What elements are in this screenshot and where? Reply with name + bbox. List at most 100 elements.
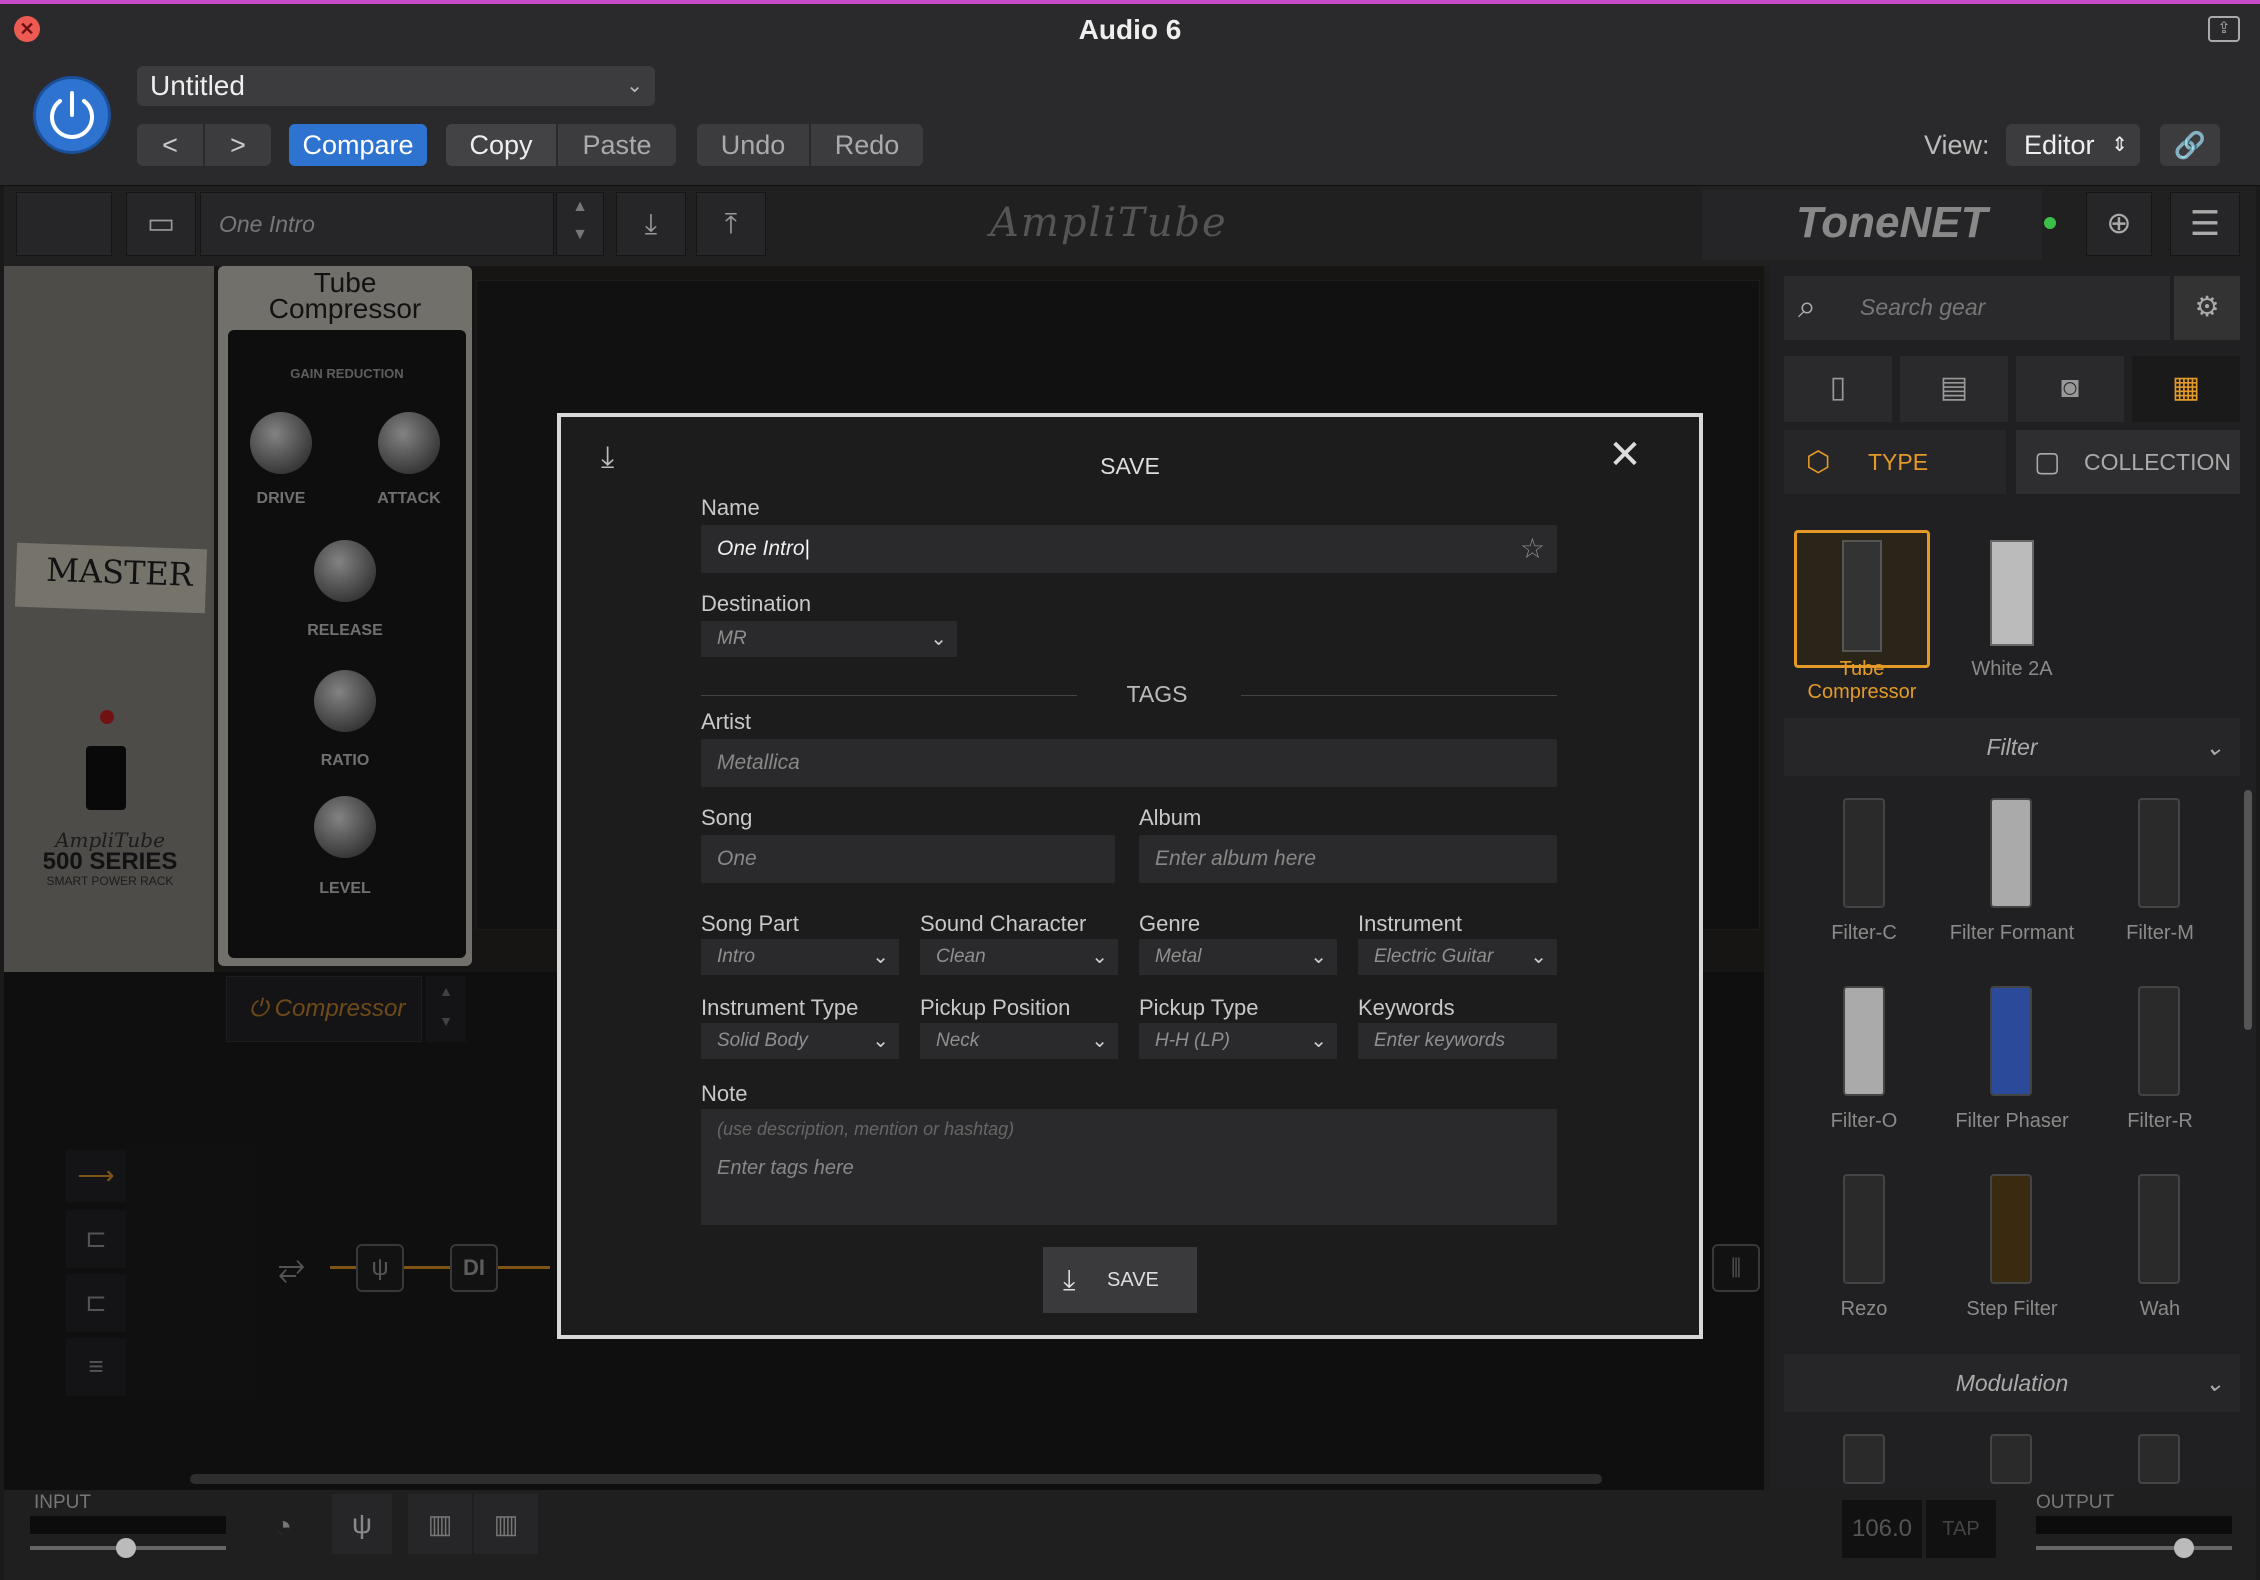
bars-button-1[interactable]: ▥ — [408, 1494, 472, 1554]
bottom-tuner-button[interactable]: ψ — [332, 1494, 392, 1554]
pickup-type-label: Pickup Type — [1139, 995, 1259, 1020]
gear-thumb — [1842, 540, 1882, 652]
close-dialog-button[interactable]: ✕ — [1601, 431, 1649, 479]
share-icon: ⤒ — [724, 208, 738, 239]
bars-button-2[interactable]: ▥ — [474, 1494, 538, 1554]
note-placeholder: Enter tags here — [717, 1157, 854, 1179]
artist-input[interactable]: Metallica — [701, 739, 1557, 787]
gear-label-filter-o: Filter-O — [1830, 1110, 1898, 1132]
gear-item-white-2a[interactable] — [1990, 540, 2034, 646]
gear-item-filter-phaser[interactable] — [1990, 986, 2032, 1096]
filter-section-header[interactable]: Filter ⌄ — [1784, 718, 2240, 776]
pickup-position-select[interactable]: Neck ⌄ — [920, 1023, 1118, 1059]
gear-item-filter-c[interactable] — [1843, 798, 1885, 908]
tap-button[interactable]: TAP — [1926, 1500, 1996, 1558]
chevron-down-icon: ⌄ — [1091, 1030, 1108, 1052]
toolbar-slot[interactable] — [16, 192, 112, 256]
destination-label: Destination — [701, 591, 812, 616]
undo-button[interactable]: Undo — [697, 124, 809, 166]
album-input[interactable]: Enter album here — [1139, 835, 1557, 883]
category-amp[interactable]: ▤ — [1900, 356, 2008, 422]
sound-character-select[interactable]: Clean ⌄ — [920, 939, 1118, 975]
keywords-input[interactable]: Enter keywords — [1358, 1023, 1557, 1059]
download-icon: ⤓ — [644, 208, 658, 239]
preset-field[interactable]: One Intro — [200, 192, 554, 256]
gear-item-step-filter[interactable] — [1990, 1174, 2032, 1284]
chevron-down-icon: ⌄ — [872, 1030, 889, 1052]
output-slider-thumb[interactable] — [2174, 1538, 2194, 1558]
preset-select[interactable]: Untitled ⌄ — [137, 66, 655, 106]
gear-item-mod-1[interactable] — [1843, 1434, 1885, 1484]
prev-preset-button[interactable]: < — [137, 124, 203, 166]
gear-label-rezo: Rezo — [1840, 1298, 1888, 1320]
gear-filter-button[interactable]: ⚙ — [2174, 276, 2240, 340]
detach-icon[interactable]: ⇪ — [2208, 16, 2240, 42]
redo-button[interactable]: Redo — [811, 124, 923, 166]
metronome-button[interactable]: ◔ — [256, 1500, 310, 1554]
close-icon: ✕ — [1608, 433, 1642, 477]
view-select[interactable]: Editor ⇕ — [2006, 124, 2140, 166]
input-meter — [30, 1516, 226, 1534]
category-cab[interactable]: ◙ — [2016, 356, 2124, 422]
gear-label-filter-phaser: Filter Phaser — [1955, 1110, 2069, 1132]
globe-icon: ⊕ — [2106, 207, 2132, 240]
save-button[interactable]: ⤓ SAVE — [1043, 1247, 1197, 1313]
search-placeholder: Search gear — [1860, 294, 1986, 320]
collection-tab[interactable]: ▢ COLLECTION — [2016, 430, 2240, 494]
search-gear-field[interactable]: ⌕ Search gear — [1784, 276, 2170, 340]
folder-button[interactable]: ▭ — [126, 192, 196, 256]
gear-item-filter-o[interactable] — [1843, 986, 1885, 1096]
chevron-down-icon: ⌄ — [626, 75, 643, 97]
chevron-down-icon: ⌄ — [1091, 946, 1108, 968]
note-hint: (use description, mention or hashtag) — [717, 1119, 1015, 1139]
type-tab[interactable]: ⬡ TYPE — [1784, 430, 2006, 494]
gear-item-mod-2[interactable] — [1990, 1434, 2032, 1484]
instrument-select[interactable]: Electric Guitar ⌄ — [1358, 939, 1557, 975]
copy-button[interactable]: Copy — [446, 124, 556, 166]
gear-label-tube-compressor: Tube Compressor — [1807, 658, 1917, 703]
gear-item-mod-3[interactable] — [2138, 1434, 2180, 1484]
tonenet-logo[interactable]: ToneNET — [1796, 198, 1987, 248]
output-slider[interactable] — [2036, 1546, 2232, 1550]
star-icon[interactable]: ☆ — [1520, 525, 1545, 573]
import-button[interactable]: ⤓ — [616, 192, 686, 256]
gear-item-rezo[interactable] — [1843, 1174, 1885, 1284]
category-stomp[interactable]: ▯ — [1784, 356, 1892, 422]
song-part-select[interactable]: Intro ⌄ — [701, 939, 899, 975]
collection-icon: ▢ — [2034, 446, 2061, 477]
gear-item-filter-r[interactable] — [2138, 986, 2180, 1096]
sidebar-scrollbar[interactable] — [2244, 790, 2252, 1030]
name-input[interactable]: One Intro| ☆ — [701, 525, 1557, 573]
note-label: Note — [701, 1081, 748, 1106]
note-input[interactable]: (use description, mention or hashtag) En… — [701, 1109, 1557, 1225]
paste-button[interactable]: Paste — [558, 124, 676, 166]
menu-button[interactable]: ☰ — [2170, 192, 2240, 256]
export-button[interactable]: ⤒ — [696, 192, 766, 256]
pickup-type-select[interactable]: H-H (LP) ⌄ — [1139, 1023, 1337, 1059]
input-label: INPUT — [34, 1492, 91, 1513]
power-button[interactable] — [33, 76, 111, 154]
next-preset-button[interactable]: > — [205, 124, 271, 166]
destination-select[interactable]: MR ⌄ — [701, 621, 957, 657]
save-icon: ⤓ — [1063, 1264, 1076, 1295]
genre-label: Genre — [1139, 911, 1201, 936]
instrument-type-select[interactable]: Solid Body ⌄ — [701, 1023, 899, 1059]
gear-item-filter-m[interactable] — [2138, 798, 2180, 908]
link-button[interactable]: 🔗 — [2160, 124, 2220, 166]
album-label: Album — [1139, 805, 1202, 830]
input-slider-thumb[interactable] — [116, 1538, 136, 1558]
modulation-section-header[interactable]: Modulation ⌄ — [1784, 1354, 2240, 1412]
compare-button[interactable]: Compare — [289, 124, 427, 166]
output-label: OUTPUT — [2036, 1492, 2115, 1513]
gear-item-filter-formant[interactable] — [1990, 798, 2032, 908]
chevron-left-icon: < — [162, 130, 178, 160]
gear-item-wah[interactable] — [2138, 1174, 2180, 1284]
preset-stepper[interactable]: ▲ ▼ — [556, 192, 604, 256]
tags-header: TAGS — [1126, 681, 1188, 707]
category-rack[interactable]: ▦ — [2132, 356, 2240, 422]
globe-button[interactable]: ⊕ — [2086, 192, 2152, 256]
song-input[interactable]: One — [701, 835, 1115, 883]
bpm-display[interactable]: 106.0 — [1842, 1500, 1922, 1558]
gear-label-step-filter: Step Filter — [1966, 1298, 2058, 1320]
genre-select[interactable]: Metal ⌄ — [1139, 939, 1337, 975]
